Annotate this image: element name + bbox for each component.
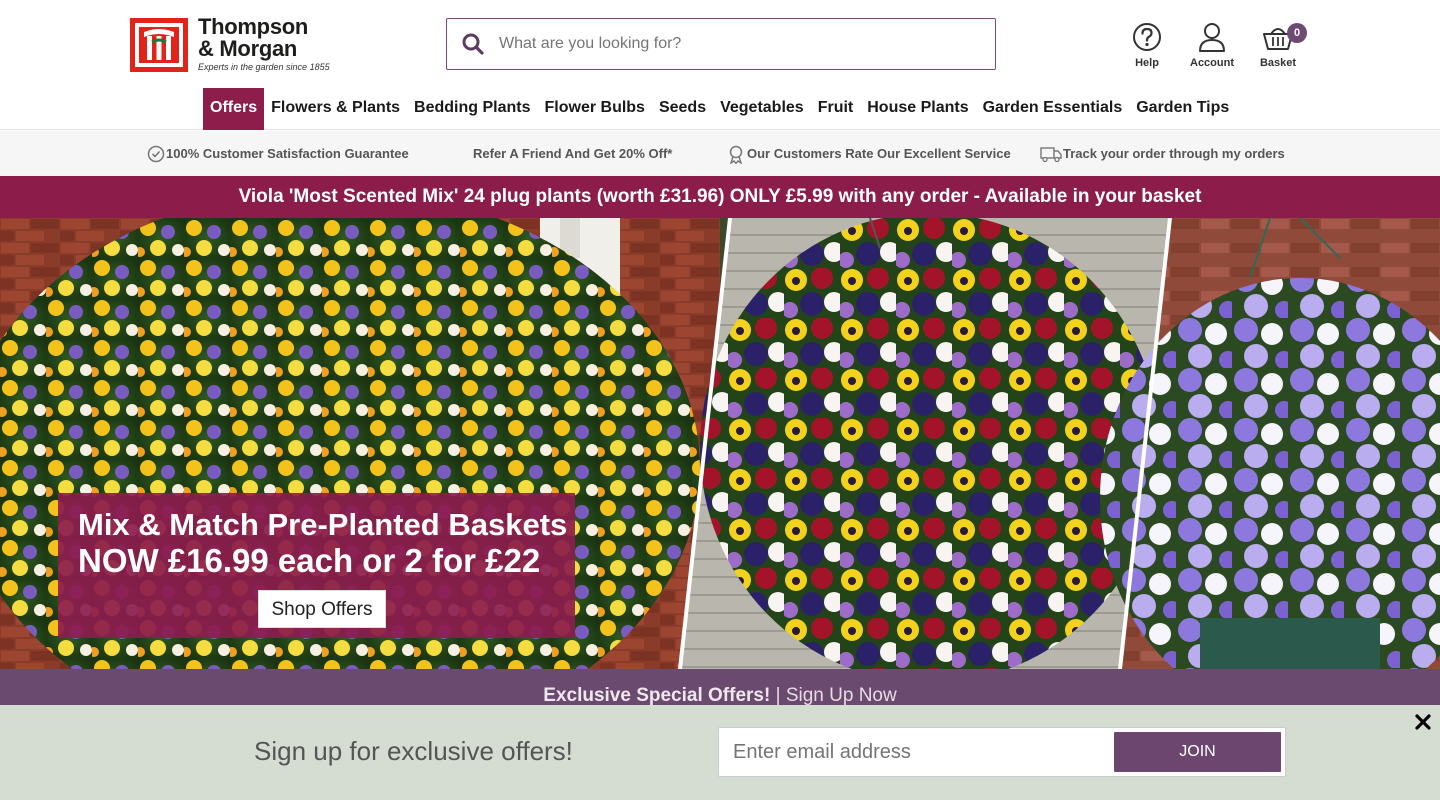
account-icon	[1199, 23, 1225, 52]
join-button[interactable]: JOIN	[1114, 732, 1281, 772]
basket-label: Basket	[1259, 57, 1297, 69]
delivery-van-icon	[1040, 146, 1062, 162]
brand-logo[interactable]: Thompson & Morgan Experts in the garden …	[130, 16, 330, 74]
hero-offer-box: Mix & Match Pre-Planted Baskets NOW £16.…	[58, 493, 575, 638]
logo-tagline: Experts in the garden since 1855	[198, 62, 330, 72]
hero-price-line: NOW £16.99 each or 2 for £22	[78, 542, 541, 579]
shop-offers-button[interactable]: Shop Offers	[258, 590, 386, 628]
basket-count-badge: 0	[1287, 23, 1307, 43]
nav-house-plants[interactable]: House Plants	[860, 88, 975, 130]
signup-strip-bold: Exclusive Special Offers!	[543, 685, 771, 705]
nav-flower-bulbs[interactable]: Flower Bulbs	[538, 88, 652, 130]
close-icon[interactable]	[1412, 711, 1434, 733]
nav-fruit[interactable]: Fruit	[811, 88, 861, 130]
nav-flowers-plants[interactable]: Flowers & Plants	[264, 88, 407, 130]
trust-tracking-label: Track your order through my orders	[1063, 146, 1285, 161]
main-nav: Offers Flowers & Plants Bedding Plants F…	[0, 88, 1440, 130]
help-label: Help	[1135, 57, 1159, 69]
trust-satisfaction-label: 100% Customer Satisfaction Guarantee	[166, 146, 409, 161]
popup-heading: Sign up for exclusive offers!	[254, 736, 573, 766]
nav-offers[interactable]: Offers	[203, 88, 265, 130]
signup-strip-link: | Sign Up Now	[775, 685, 897, 705]
basket-link[interactable]: 0 Basket	[1247, 22, 1309, 69]
nav-bedding-plants[interactable]: Bedding Plants	[407, 88, 537, 130]
check-circle-icon	[147, 145, 165, 162]
trust-satisfaction[interactable]: 100% Customer Satisfaction Guarantee	[147, 131, 409, 176]
help-icon	[1133, 23, 1161, 51]
account-link[interactable]: Account	[1182, 22, 1242, 69]
logo-name-line1: Thompson	[198, 14, 309, 39]
nav-vegetables[interactable]: Vegetables	[713, 88, 811, 130]
logo-text: Thompson & Morgan Experts in the garden …	[198, 14, 330, 73]
search-input[interactable]	[499, 19, 979, 69]
trust-rating[interactable]: Our Customers Rate Our Excellent Service	[726, 131, 1011, 176]
rosette-icon	[729, 145, 743, 164]
hero-banner[interactable]: Mix & Match Pre-Planted Baskets NOW £16.…	[0, 218, 1440, 669]
signup-strip[interactable]: Exclusive Special Offers! | Sign Up Now	[0, 669, 1440, 705]
search-bar	[446, 18, 996, 70]
nav-seeds[interactable]: Seeds	[652, 88, 713, 130]
nav-garden-tips[interactable]: Garden Tips	[1129, 88, 1236, 130]
trust-refer-friend-label: Refer A Friend And Get 20% Off*	[473, 146, 673, 161]
logo-mark-icon	[130, 18, 188, 72]
help-link[interactable]: Help	[1117, 22, 1177, 69]
site-header: Thompson & Morgan Experts in the garden …	[0, 0, 1440, 88]
logo-name-line2: & Morgan	[198, 36, 298, 61]
trust-refer-friend[interactable]: Refer A Friend And Get 20% Off*	[473, 131, 672, 176]
account-label: Account	[1190, 57, 1234, 69]
trust-bar: 100% Customer Satisfaction Guarantee Ref…	[0, 131, 1440, 176]
nav-list: Offers Flowers & Plants Bedding Plants F…	[203, 88, 1236, 130]
trust-tracking[interactable]: Track your order through my orders	[1040, 131, 1285, 176]
email-signup-popup: Sign up for exclusive offers! JOIN	[0, 705, 1440, 800]
promo-banner[interactable]: Viola 'Most Scented Mix' 24 plug plants …	[0, 176, 1440, 218]
search-icon[interactable]	[461, 32, 485, 56]
nav-garden-essentials[interactable]: Garden Essentials	[976, 88, 1130, 130]
hero-headline: Mix & Match Pre-Planted Baskets	[78, 507, 568, 542]
trust-rating-label: Our Customers Rate Our Excellent Service	[747, 146, 1011, 161]
email-signup-form: JOIN	[718, 727, 1286, 777]
email-input[interactable]	[733, 728, 1103, 776]
